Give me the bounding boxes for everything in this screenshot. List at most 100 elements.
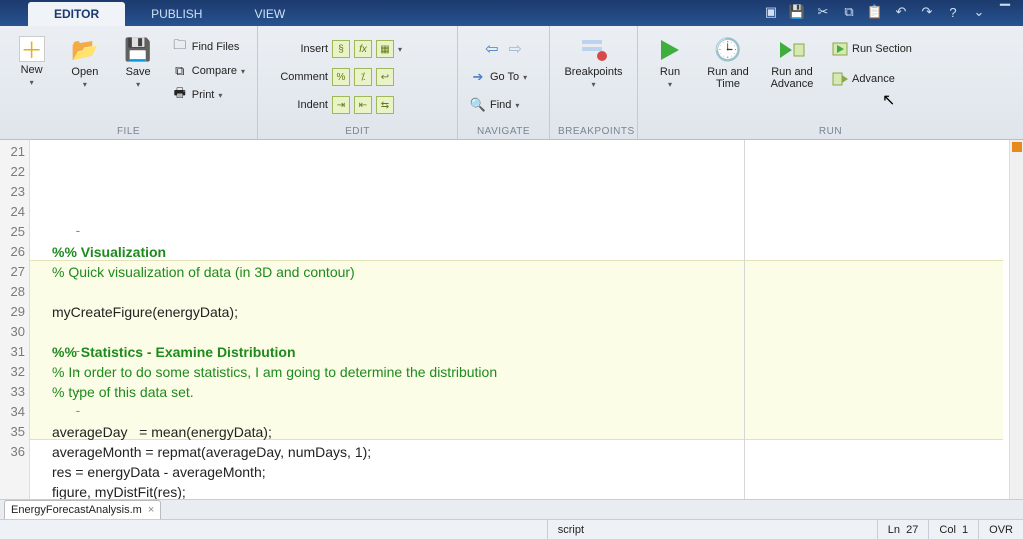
- insert-misc-icon[interactable]: ▦: [376, 40, 394, 58]
- indent-row: Indent ⇥ ⇤ ⇆: [266, 94, 406, 116]
- insert-section-icon[interactable]: §: [332, 40, 350, 58]
- section-breakpoints: Breakpoints ▾ BREAKPOINTS: [550, 26, 638, 139]
- insert-fx-icon[interactable]: fx: [354, 40, 372, 58]
- run-advance-label: Run and Advance: [771, 66, 814, 90]
- section-navigate: ⇦ ⇨ ➔ Go To ▾ 🔍 Find ▾ NAVIGATE: [458, 26, 550, 139]
- quick-access: ▣ 💾 ✂ ⧉ 📋 ↶ ↷ ? ⌄ ▔: [761, 2, 1015, 22]
- open-button[interactable]: 📂 Open ▾: [61, 32, 108, 89]
- goto-button[interactable]: ➔ Go To ▾: [466, 66, 541, 88]
- code-area[interactable]: %% Visualization% Quick visualization of…: [30, 140, 1009, 499]
- play-advance-icon: [778, 36, 806, 64]
- find-files-label: Find Files: [192, 41, 240, 53]
- find-label: Find: [490, 99, 511, 111]
- section-file: ＋ New ▾ 📂 Open ▾ 💾 Save ▾ 🗀 Find Files: [0, 26, 258, 139]
- new-button[interactable]: ＋ New ▾: [8, 32, 55, 87]
- save-icon: 💾: [124, 36, 152, 64]
- breakpoints-label: Breakpoints: [564, 66, 622, 78]
- new-label: New: [21, 64, 43, 76]
- find-files-icon: 🗀: [172, 39, 188, 55]
- advance-button[interactable]: Advance: [828, 68, 916, 90]
- section-navigate-label: NAVIGATE: [466, 126, 541, 139]
- advance-label: Advance: [852, 73, 895, 85]
- code-analyzer-indicator[interactable]: [1012, 142, 1022, 152]
- compare-label: Compare: [192, 65, 237, 77]
- breakpoints-button[interactable]: Breakpoints ▾: [559, 32, 629, 89]
- undo-icon[interactable]: ↶: [891, 2, 911, 22]
- advance-icon: [832, 71, 848, 87]
- print-button[interactable]: 🖶 Print ▾: [168, 84, 249, 106]
- run-section-icon: [832, 41, 848, 57]
- status-ovr: OVR: [978, 520, 1023, 539]
- status-bar: script Ln 27 Col 1 OVR: [0, 519, 1023, 539]
- section-edit-label: EDIT: [266, 126, 449, 139]
- save-button[interactable]: 💾 Save ▾: [115, 32, 162, 89]
- comment-label: Comment: [270, 71, 328, 83]
- clock-icon: 🕒: [714, 36, 742, 64]
- nav-back-icon[interactable]: ⇦: [485, 39, 498, 59]
- save-label: Save: [126, 66, 151, 78]
- section-run-label: RUN: [646, 126, 1015, 139]
- editor-area: 21222324252627282930313233343536 %% Visu…: [0, 140, 1023, 499]
- comment-row: Comment % ⁒ ↩: [266, 66, 406, 88]
- goto-icon: ➔: [470, 69, 486, 85]
- breakpoints-icon: [580, 36, 608, 64]
- minimize-ribbon-icon[interactable]: ▔: [995, 2, 1015, 22]
- uncomment-icon[interactable]: ⁒: [354, 68, 372, 86]
- indent-label: Indent: [270, 99, 328, 111]
- wrap-comment-icon[interactable]: ↩: [376, 68, 394, 86]
- smart-indent-icon[interactable]: ⇆: [376, 96, 394, 114]
- save-icon[interactable]: 💾: [787, 2, 807, 22]
- section-run: Run ▾ 🕒 Run and Time Run and Advance Run…: [638, 26, 1023, 139]
- tab-editor[interactable]: EDITOR: [28, 2, 125, 26]
- ribbon: ＋ New ▾ 📂 Open ▾ 💾 Save ▾ 🗀 Find Files: [0, 26, 1023, 140]
- section-file-label: FILE: [8, 126, 249, 139]
- qa-icon-1[interactable]: ▣: [761, 2, 781, 22]
- run-and-advance-button[interactable]: Run and Advance: [762, 32, 822, 90]
- close-icon[interactable]: ×: [148, 504, 154, 516]
- compare-icon: ⧉: [172, 63, 188, 79]
- file-tab[interactable]: EnergyForecastAnalysis.m ×: [4, 500, 161, 519]
- folder-open-icon: 📂: [71, 36, 99, 64]
- play-icon: [656, 36, 684, 64]
- run-label: Run: [660, 66, 680, 78]
- insert-row: Insert § fx ▦ ▾: [266, 38, 406, 60]
- status-script-type: script: [547, 520, 877, 539]
- comment-icon[interactable]: %: [332, 68, 350, 86]
- run-button[interactable]: Run ▾: [646, 32, 694, 89]
- file-tab-label: EnergyForecastAnalysis.m: [11, 504, 142, 516]
- status-line: Ln 27: [877, 520, 929, 539]
- run-section-button[interactable]: Run Section: [828, 38, 916, 60]
- toolstrip-tabs: EDITOR PUBLISH VIEW ▣ 💾 ✂ ⧉ 📋 ↶ ↷ ? ⌄ ▔: [0, 0, 1023, 26]
- run-and-time-button[interactable]: 🕒 Run and Time: [700, 32, 756, 90]
- nav-back-fwd: ⇦ ⇨: [466, 38, 541, 60]
- redo-icon[interactable]: ↷: [917, 2, 937, 22]
- insert-label: Insert: [270, 43, 328, 55]
- plus-icon: ＋: [19, 36, 45, 62]
- tab-view[interactable]: VIEW: [228, 2, 311, 26]
- status-col: Col 1: [928, 520, 978, 539]
- nav-fwd-icon[interactable]: ⇨: [509, 39, 522, 59]
- section-edit: Insert § fx ▦ ▾ Comment % ⁒ ↩ Indent ⇥ ⇤…: [258, 26, 458, 139]
- indent-icon[interactable]: ⇥: [332, 96, 350, 114]
- dropdown-icon[interactable]: ⌄: [969, 2, 989, 22]
- line-gutter: 21222324252627282930313233343536: [0, 140, 30, 499]
- goto-label: Go To: [490, 71, 519, 83]
- find-files-button[interactable]: 🗀 Find Files: [168, 36, 249, 58]
- message-bar[interactable]: [1009, 140, 1023, 499]
- run-time-label: Run and Time: [707, 66, 749, 90]
- paste-icon[interactable]: 📋: [865, 2, 885, 22]
- cut-icon[interactable]: ✂: [813, 2, 833, 22]
- copy-icon[interactable]: ⧉: [839, 2, 859, 22]
- find-icon: 🔍: [470, 97, 486, 113]
- print-icon: 🖶: [172, 87, 188, 103]
- find-button[interactable]: 🔍 Find ▾: [466, 94, 541, 116]
- section-breakpoints-label: BREAKPOINTS: [558, 126, 629, 139]
- tab-publish[interactable]: PUBLISH: [125, 2, 228, 26]
- print-label: Print: [192, 89, 215, 101]
- open-label: Open: [71, 66, 98, 78]
- document-tabs: EnergyForecastAnalysis.m ×: [0, 499, 1023, 519]
- outdent-icon[interactable]: ⇤: [354, 96, 372, 114]
- run-section-label: Run Section: [852, 43, 912, 55]
- help-icon[interactable]: ?: [943, 2, 963, 22]
- compare-button[interactable]: ⧉ Compare ▾: [168, 60, 249, 82]
